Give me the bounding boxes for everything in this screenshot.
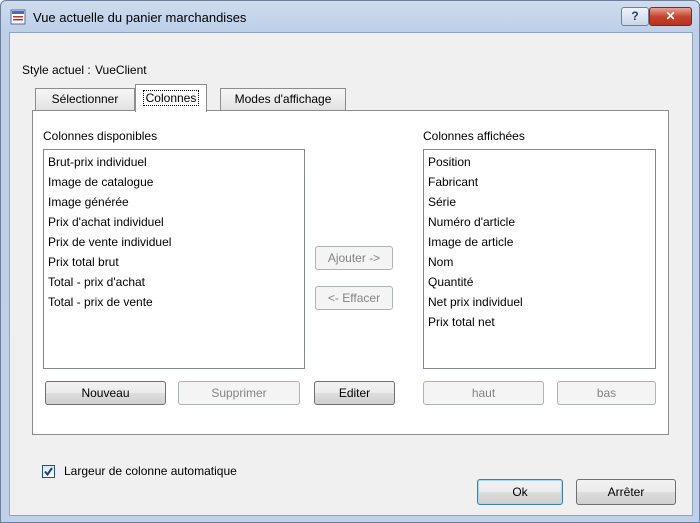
list-item[interactable]: Image de catalogue	[48, 172, 300, 192]
move-down-button[interactable]: bas	[557, 381, 656, 405]
list-item[interactable]: Quantité	[428, 272, 651, 292]
move-up-button[interactable]: haut	[423, 381, 544, 405]
displayed-columns-label: Colonnes affichées	[423, 129, 525, 143]
help-button[interactable]: ?	[621, 7, 649, 26]
app-icon	[10, 9, 26, 25]
list-item[interactable]: Prix total net	[428, 312, 651, 332]
list-item[interactable]: Fabricant	[428, 172, 651, 192]
close-button[interactable]: ✕	[649, 7, 692, 26]
edit-button[interactable]: Editer	[314, 381, 395, 405]
list-item[interactable]: Prix de vente individuel	[48, 232, 300, 252]
window-title: Vue actuelle du panier marchandises	[33, 10, 247, 25]
add-column-button[interactable]: Ajouter ->	[315, 246, 393, 270]
list-item[interactable]: Net prix individuel	[428, 292, 651, 312]
dialog-window: Vue actuelle du panier marchandises ? ✕ …	[0, 0, 700, 523]
list-item[interactable]: Série	[428, 192, 651, 212]
style-value: VueClient	[95, 63, 147, 77]
available-columns-label: Colonnes disponibles	[43, 129, 158, 143]
delete-button[interactable]: Supprimer	[178, 381, 300, 405]
columns-tab-panel: Colonnes disponibles Colonnes affichées …	[32, 110, 669, 435]
list-item[interactable]: Total - prix d'achat	[48, 272, 300, 292]
style-label: Style actuel :	[22, 63, 91, 77]
tab-display-modes[interactable]: Modes d'affichage	[220, 88, 346, 110]
auto-width-label: Largeur de colonne automatique	[64, 464, 237, 478]
tab-columns-label: Colonnes	[142, 90, 200, 106]
stop-button[interactable]: Arrêter	[576, 479, 676, 505]
available-columns-list[interactable]: Brut-prix individuel Image de catalogue …	[43, 149, 305, 369]
checkmark-icon	[44, 467, 53, 477]
ok-button[interactable]: Ok	[477, 479, 563, 505]
list-item[interactable]: Position	[428, 152, 651, 172]
title-bar[interactable]: Vue actuelle du panier marchandises ? ✕	[1, 1, 699, 33]
tab-select-label: Sélectionner	[51, 92, 119, 106]
list-item[interactable]: Brut-prix individuel	[48, 152, 300, 172]
new-button[interactable]: Nouveau	[45, 381, 166, 405]
tab-select[interactable]: Sélectionner	[35, 88, 135, 110]
list-item[interactable]: Numéro d'article	[428, 212, 651, 232]
tab-columns[interactable]: Colonnes	[135, 84, 207, 112]
list-item[interactable]: Nom	[428, 252, 651, 272]
tab-display-modes-label: Modes d'affichage	[234, 92, 332, 106]
list-item[interactable]: Image générée	[48, 192, 300, 212]
list-item[interactable]: Image de article	[428, 232, 651, 252]
auto-width-checkbox[interactable]	[42, 465, 55, 478]
dialog-client-area: Style actuel : VueClient Sélectionner Co…	[9, 32, 693, 516]
list-item[interactable]: Prix d'achat individuel	[48, 212, 300, 232]
remove-column-button[interactable]: <- Effacer	[315, 286, 393, 310]
list-item[interactable]: Total - prix de vente	[48, 292, 300, 312]
list-item[interactable]: Prix total brut	[48, 252, 300, 272]
displayed-columns-list[interactable]: Position Fabricant Série Numéro d'articl…	[423, 149, 656, 369]
